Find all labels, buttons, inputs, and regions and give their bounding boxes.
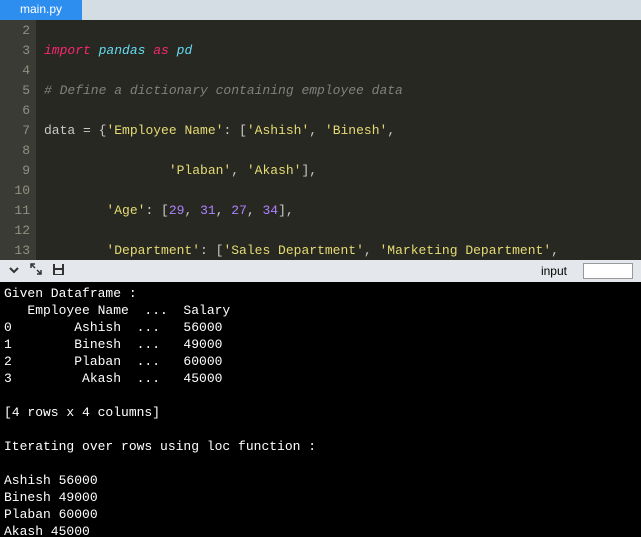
code-line: 'Plaban', 'Akash'], (44, 161, 641, 181)
line-number: 9 (10, 161, 30, 181)
line-number: 2 (10, 21, 30, 41)
console-toolbar: input (0, 260, 641, 282)
tab-main-py[interactable]: main.py (0, 0, 82, 20)
line-number: 8 (10, 141, 30, 161)
line-number: 4 (10, 61, 30, 81)
line-number: 6 (10, 101, 30, 121)
code-editor[interactable]: 2 3 4 5 6 7 8 9 10 11 12 13 import panda… (0, 20, 641, 260)
code-area[interactable]: import pandas as pd # Define a dictionar… (36, 20, 641, 260)
input-label: input (541, 264, 567, 278)
console-output[interactable]: Given Dataframe : Employee Name ... Sala… (0, 282, 641, 537)
tab-bar: main.py (0, 0, 641, 20)
code-line: import pandas as pd (44, 41, 641, 61)
code-line: 'Age': [29, 31, 27, 34], (44, 201, 641, 221)
code-line: # Define a dictionary containing employe… (44, 81, 641, 101)
code-line: data = {'Employee Name': ['Ashish', 'Bin… (44, 121, 641, 141)
save-icon[interactable] (52, 263, 65, 280)
collapse-icon[interactable] (8, 263, 20, 279)
fullscreen-icon[interactable] (30, 263, 42, 279)
line-number: 13 (10, 241, 30, 260)
line-gutter: 2 3 4 5 6 7 8 9 10 11 12 13 (0, 20, 36, 260)
input-field[interactable] (583, 263, 633, 279)
line-number: 12 (10, 221, 30, 241)
code-line: 'Department': ['Sales Department', 'Mark… (44, 241, 641, 260)
line-number: 3 (10, 41, 30, 61)
line-number: 7 (10, 121, 30, 141)
line-number: 11 (10, 201, 30, 221)
line-number: 10 (10, 181, 30, 201)
line-number: 5 (10, 81, 30, 101)
